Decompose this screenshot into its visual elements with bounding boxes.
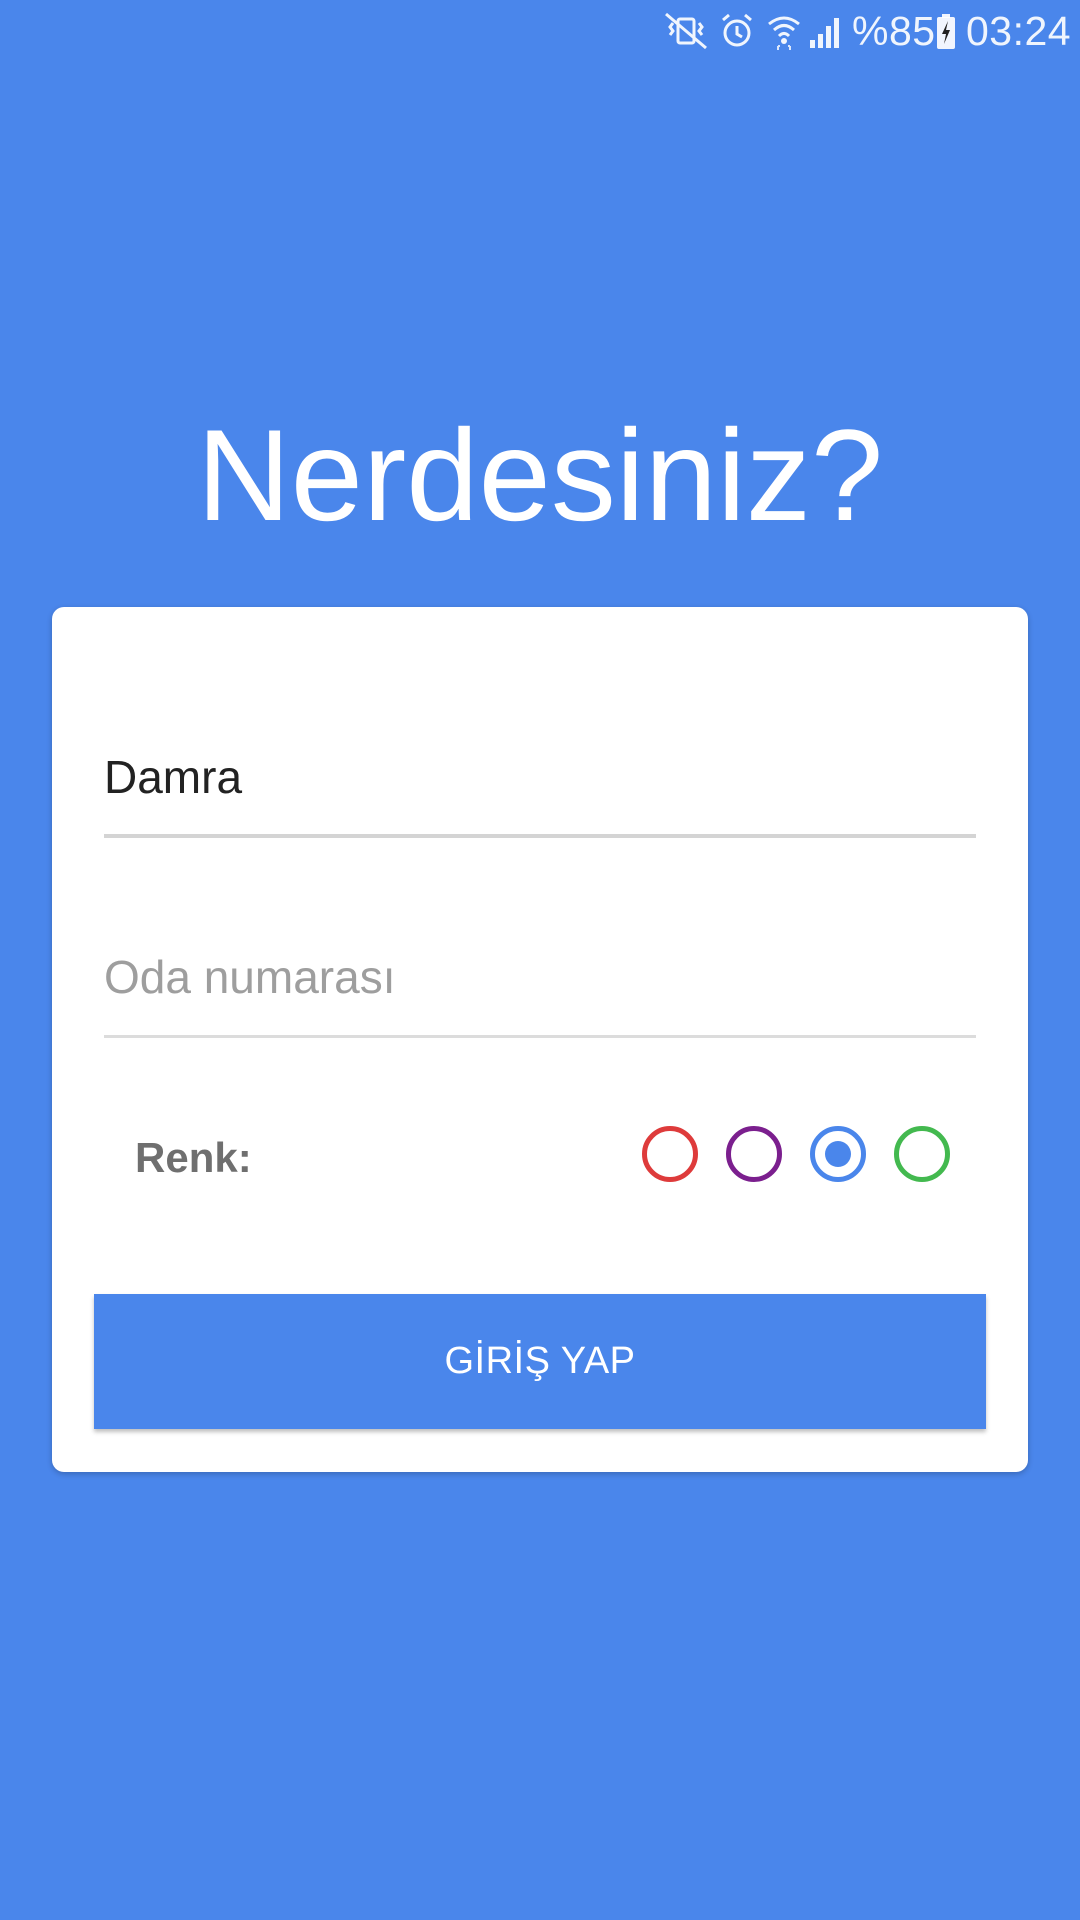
room-number-input[interactable] xyxy=(104,942,976,1012)
radio-dot xyxy=(657,1141,683,1167)
radio-dot xyxy=(741,1141,767,1167)
wifi-icon xyxy=(766,10,802,52)
signal-icon xyxy=(806,10,842,52)
battery-percent: %85 xyxy=(852,8,936,54)
color-label: Renk: xyxy=(135,1134,252,1181)
name-input-underline xyxy=(104,834,976,838)
color-radio-purple[interactable] xyxy=(726,1126,782,1182)
room-number-input-underline xyxy=(104,1035,976,1038)
color-radio-group xyxy=(642,1126,982,1186)
status-bar: %85 03:24 xyxy=(0,0,1080,62)
color-radio-red[interactable] xyxy=(642,1126,698,1182)
battery-charging-icon xyxy=(935,10,957,52)
name-input[interactable] xyxy=(104,742,976,812)
radio-dot xyxy=(825,1141,851,1167)
clock: 03:24 xyxy=(966,8,1072,54)
login-button[interactable]: GİRİŞ YAP xyxy=(94,1294,986,1429)
page-title: Nerdesiniz? xyxy=(196,402,884,548)
name-field xyxy=(104,742,976,838)
login-card: Renk: GİRİŞ YAP xyxy=(52,607,1028,1472)
color-radio-blue[interactable] xyxy=(810,1126,866,1182)
radio-dot xyxy=(909,1141,935,1167)
vibrate-mute-icon xyxy=(662,10,710,52)
room-number-field xyxy=(104,942,976,1038)
alarm-icon xyxy=(720,10,754,52)
color-radio-green[interactable] xyxy=(894,1126,950,1182)
